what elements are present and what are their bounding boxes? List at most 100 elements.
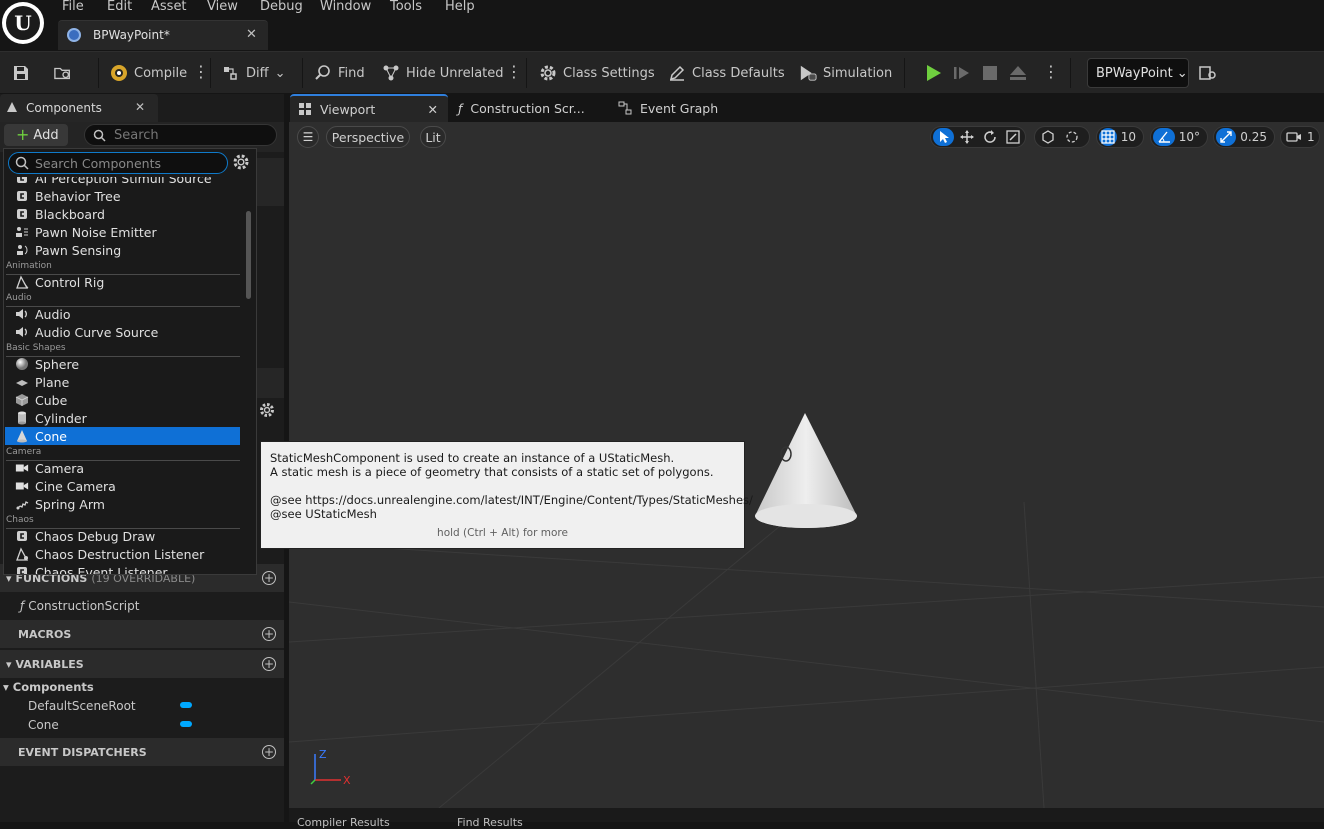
add-component-dropdown: Search Components AI Perception Stimuli … bbox=[3, 148, 257, 575]
scale-snap-group[interactable]: 0.25 bbox=[1213, 126, 1275, 148]
menu-tools[interactable]: Tools bbox=[390, 0, 422, 15]
list-item[interactable]: Cylinder bbox=[5, 409, 240, 427]
macros-section-header[interactable]: MACROS + bbox=[0, 620, 284, 648]
angle-snap-icon[interactable] bbox=[1153, 128, 1175, 146]
menu-debug[interactable]: Debug bbox=[260, 0, 303, 15]
settings-gear-icon[interactable] bbox=[259, 402, 277, 420]
rotate-icon[interactable] bbox=[979, 128, 1000, 146]
debug-browse-icon[interactable] bbox=[1199, 64, 1217, 82]
close-icon[interactable]: ✕ bbox=[246, 27, 257, 42]
menu-file[interactable]: File bbox=[62, 0, 84, 15]
tab-viewport[interactable]: Viewport ✕ bbox=[290, 94, 448, 122]
list-item[interactable]: Pawn Sensing bbox=[5, 241, 240, 259]
list-item[interactable]: Audio bbox=[5, 305, 240, 323]
world-local-icon[interactable] bbox=[1037, 128, 1059, 146]
compile-options-icon[interactable]: ⋮ bbox=[193, 64, 209, 80]
compile-button[interactable]: Compile bbox=[110, 62, 187, 84]
close-icon[interactable]: ✕ bbox=[135, 100, 145, 114]
pencil-icon bbox=[668, 64, 686, 82]
find-options-icon[interactable]: ⋮ bbox=[506, 64, 522, 80]
scrollbar-thumb[interactable] bbox=[246, 211, 251, 299]
hamburger-menu-icon[interactable]: ☰ bbox=[297, 126, 319, 148]
camera-speed-group[interactable]: 1 bbox=[1280, 126, 1320, 148]
cone-mesh[interactable] bbox=[751, 410, 861, 534]
unreal-logo-icon[interactable]: U bbox=[2, 2, 44, 44]
menu-window[interactable]: Window bbox=[320, 0, 371, 15]
add-event-dispatcher-icon[interactable]: + bbox=[262, 745, 276, 759]
hide-unrelated-button[interactable]: Hide Unrelated bbox=[382, 62, 504, 84]
construction-script-item[interactable]: ƒ ConstructionScript bbox=[0, 596, 284, 615]
add-component-button[interactable]: + Add bbox=[4, 124, 68, 146]
listener-icon bbox=[15, 547, 29, 561]
component-icon bbox=[15, 565, 29, 574]
search-components-input[interactable]: Search Components bbox=[8, 152, 228, 174]
scale-snap-value: 0.25 bbox=[1240, 130, 1267, 144]
list-item-label: Audio Curve Source bbox=[35, 324, 159, 340]
list-item[interactable]: Chaos Destruction Listener bbox=[5, 545, 240, 563]
function-icon: ƒ bbox=[458, 100, 463, 116]
menu-help[interactable]: Help bbox=[445, 0, 475, 15]
class-settings-button[interactable]: Class Settings bbox=[539, 62, 655, 84]
camera-icon[interactable] bbox=[1283, 128, 1305, 146]
scale-snap-icon[interactable] bbox=[1216, 128, 1237, 146]
browse-icon[interactable] bbox=[54, 64, 72, 82]
play-options-icon[interactable]: ⋮ bbox=[1043, 64, 1059, 80]
list-item[interactable]: Spring Arm bbox=[5, 495, 240, 513]
menu-edit[interactable]: Edit bbox=[107, 0, 132, 15]
find-button[interactable]: Find bbox=[314, 62, 365, 84]
add-variable-icon[interactable]: + bbox=[262, 657, 276, 671]
debug-object-select[interactable]: BPWayPoint ⌄ bbox=[1087, 58, 1189, 88]
control-rig-icon bbox=[15, 275, 29, 289]
rotation-snap-group[interactable]: 10° bbox=[1150, 126, 1208, 148]
list-item[interactable]: AI Perception Stimuli Source bbox=[5, 177, 240, 187]
save-icon[interactable] bbox=[12, 64, 30, 82]
add-macro-icon[interactable]: + bbox=[262, 627, 276, 641]
variable-row[interactable]: DefaultSceneRoot bbox=[0, 696, 284, 715]
select-icon[interactable] bbox=[933, 128, 954, 146]
eject-icon[interactable] bbox=[1009, 64, 1027, 82]
grid-snap-icon[interactable] bbox=[1099, 128, 1117, 146]
add-function-icon[interactable]: + bbox=[262, 571, 276, 585]
list-item[interactable]: Cine Camera bbox=[5, 477, 240, 495]
class-defaults-button[interactable]: Class Defaults bbox=[668, 62, 785, 84]
list-item[interactable]: Cube bbox=[5, 391, 240, 409]
grid-snap-group[interactable]: 10 bbox=[1096, 126, 1144, 148]
lit-button[interactable]: Lit bbox=[420, 126, 446, 148]
list-item[interactable]: Blackboard bbox=[5, 205, 240, 223]
perspective-button[interactable]: Perspective bbox=[326, 126, 410, 148]
variable-type-pill bbox=[180, 702, 192, 708]
list-item[interactable]: Sphere bbox=[5, 355, 240, 373]
list-item[interactable]: Chaos Debug Draw bbox=[5, 527, 240, 545]
play-icon[interactable] bbox=[924, 64, 942, 82]
list-item[interactable]: Camera bbox=[5, 459, 240, 477]
document-tab[interactable]: BPWayPoint* ✕ bbox=[58, 20, 268, 50]
list-item[interactable]: Plane bbox=[5, 373, 240, 391]
tab-event-graph[interactable]: Event Graph bbox=[610, 94, 750, 122]
move-icon[interactable] bbox=[956, 128, 977, 146]
step-forward-icon[interactable] bbox=[953, 64, 971, 82]
variables-section-header[interactable]: ▾ VARIABLES + bbox=[0, 650, 284, 678]
gear-icon[interactable] bbox=[232, 153, 252, 173]
tab-construction-script[interactable]: ƒ Construction Scr... bbox=[450, 94, 610, 122]
scale-icon[interactable] bbox=[1002, 128, 1023, 146]
tab-compiler-results[interactable]: Compiler Results bbox=[297, 816, 390, 829]
menu-view[interactable]: View bbox=[207, 0, 238, 15]
menu-asset[interactable]: Asset bbox=[151, 0, 187, 15]
list-item[interactable]: Behavior Tree bbox=[5, 187, 240, 205]
list-item[interactable]: Chaos Event Listener bbox=[5, 563, 240, 574]
diff-button[interactable]: Diff ⌄ bbox=[222, 62, 286, 84]
stop-icon[interactable] bbox=[981, 64, 999, 82]
components-tab[interactable]: Components ✕ bbox=[0, 94, 158, 122]
components-search-input[interactable]: Search bbox=[84, 124, 277, 146]
simulation-button[interactable]: Simulation bbox=[799, 62, 892, 84]
event-dispatchers-section-header[interactable]: EVENT DISPATCHERS + bbox=[0, 738, 284, 766]
list-item[interactable]: Control Rig bbox=[5, 273, 240, 291]
surface-snap-icon[interactable] bbox=[1061, 128, 1083, 146]
variable-row[interactable]: Cone bbox=[0, 715, 284, 734]
close-icon[interactable]: ✕ bbox=[428, 102, 438, 117]
components-variable-group[interactable]: ▾ Components bbox=[0, 677, 284, 696]
tab-find-results[interactable]: Find Results bbox=[457, 816, 523, 829]
list-item[interactable]: Audio Curve Source bbox=[5, 323, 240, 341]
list-item-selected[interactable]: Cone bbox=[5, 427, 240, 445]
list-item[interactable]: Pawn Noise Emitter bbox=[5, 223, 240, 241]
